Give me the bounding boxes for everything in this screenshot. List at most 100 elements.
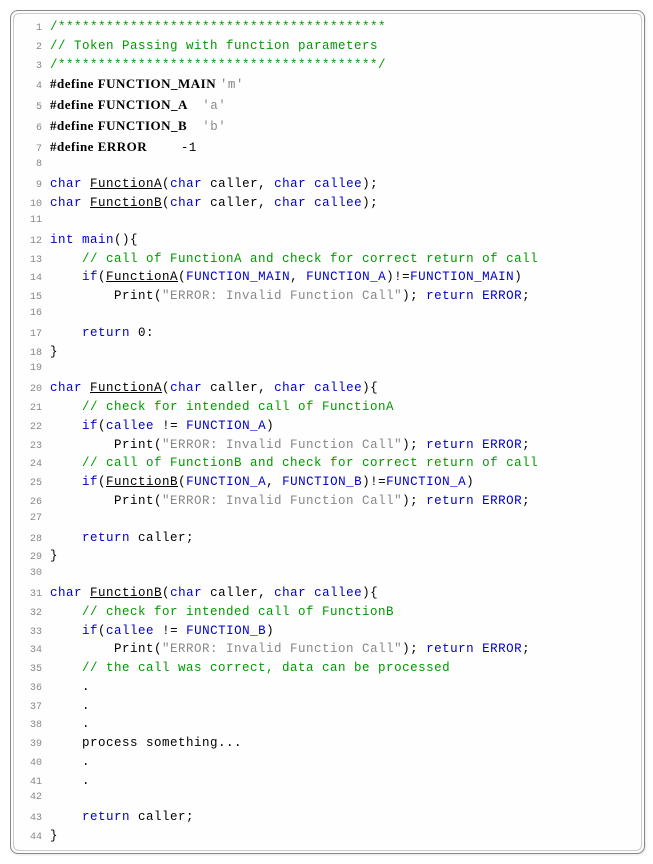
code-content: // check for intended call of FunctionA xyxy=(50,398,394,417)
code-line: 8 xyxy=(14,157,641,175)
line-number: 31 xyxy=(14,587,50,602)
code-line: 15 Print("ERROR: Invalid Function Call")… xyxy=(14,287,641,306)
code-line: 32 // check for intended call of Functio… xyxy=(14,603,641,622)
code-line: 40 . xyxy=(14,753,641,772)
line-number: 42 xyxy=(14,790,50,805)
code-content: . xyxy=(50,678,90,697)
line-number: 17 xyxy=(14,327,50,342)
code-line: 12int main(){ xyxy=(14,231,641,250)
line-number: 34 xyxy=(14,643,50,658)
code-content: Print("ERROR: Invalid Function Call"); r… xyxy=(50,492,530,511)
code-content: if(FunctionB(FUNCTION_A, FUNCTION_B)!=FU… xyxy=(50,473,474,492)
code-line: 6#define FUNCTION_B 'b' xyxy=(14,116,641,137)
code-line: 27 xyxy=(14,511,641,529)
code-line: 13 // call of FunctionA and check for co… xyxy=(14,250,641,269)
code-line: 11 xyxy=(14,213,641,231)
line-number: 36 xyxy=(14,681,50,696)
code-content: } xyxy=(50,827,58,846)
code-content: return 0: xyxy=(50,324,154,343)
code-line: 31char FunctionB(char caller, char calle… xyxy=(14,584,641,603)
line-number: 29 xyxy=(14,550,50,565)
line-number: 10 xyxy=(14,197,50,212)
code-content: int main(){ xyxy=(50,231,138,250)
code-line: 3/**************************************… xyxy=(14,56,641,75)
line-number: 43 xyxy=(14,811,50,826)
line-number: 1 xyxy=(14,21,50,36)
line-number: 25 xyxy=(14,476,50,491)
line-number: 4 xyxy=(14,79,50,94)
line-number: 13 xyxy=(14,253,50,268)
code-line: 43 return caller; xyxy=(14,808,641,827)
code-line: 14 if(FunctionA(FUNCTION_MAIN, FUNCTION_… xyxy=(14,268,641,287)
line-number: 14 xyxy=(14,271,50,286)
line-number: 23 xyxy=(14,439,50,454)
code-content: if(FunctionA(FUNCTION_MAIN, FUNCTION_A)!… xyxy=(50,268,522,287)
code-content: #define FUNCTION_MAIN 'm' xyxy=(50,74,244,95)
line-number: 11 xyxy=(14,213,50,228)
code-content: char FunctionA(char caller, char callee)… xyxy=(50,379,378,398)
line-number: 3 xyxy=(14,59,50,74)
code-content: } xyxy=(50,547,58,566)
line-number: 28 xyxy=(14,532,50,547)
line-number: 9 xyxy=(14,178,50,193)
line-number: 35 xyxy=(14,662,50,677)
code-line: 35 // the call was correct, data can be … xyxy=(14,659,641,678)
code-line: 20char FunctionA(char caller, char calle… xyxy=(14,379,641,398)
line-number: 22 xyxy=(14,420,50,435)
code-line: 7#define ERROR -1 xyxy=(14,137,641,158)
code-line: 38 . xyxy=(14,715,641,734)
line-number: 12 xyxy=(14,234,50,249)
line-number: 5 xyxy=(14,100,50,115)
code-content: // check for intended call of FunctionB xyxy=(50,603,394,622)
code-content: // call of FunctionA and check for corre… xyxy=(50,250,538,269)
code-line: 19 xyxy=(14,361,641,379)
code-content: #define FUNCTION_B 'b' xyxy=(50,116,226,137)
code-line: 37 . xyxy=(14,697,641,716)
code-line: 10char FunctionB(char caller, char calle… xyxy=(14,194,641,213)
code-content: char FunctionB(char caller, char callee)… xyxy=(50,584,378,603)
code-content: /***************************************… xyxy=(50,18,386,37)
line-number: 15 xyxy=(14,290,50,305)
code-line: 18} xyxy=(14,343,641,362)
code-content: . xyxy=(50,697,90,716)
line-number: 7 xyxy=(14,142,50,157)
line-number: 21 xyxy=(14,401,50,416)
code-line: 16 xyxy=(14,306,641,324)
code-content: if(callee != FUNCTION_B) xyxy=(50,622,274,641)
line-number: 18 xyxy=(14,346,50,361)
code-line: 2// Token Passing with function paramete… xyxy=(14,37,641,56)
code-line: 33 if(callee != FUNCTION_B) xyxy=(14,622,641,641)
code-line: 17 return 0: xyxy=(14,324,641,343)
code-line: 39 process something... xyxy=(14,734,641,753)
line-number: 27 xyxy=(14,511,50,526)
code-content: // the call was correct, data can be pro… xyxy=(50,659,450,678)
code-line: 34 Print("ERROR: Invalid Function Call")… xyxy=(14,640,641,659)
code-line: 22 if(callee != FUNCTION_A) xyxy=(14,417,641,436)
code-line: 42 xyxy=(14,790,641,808)
code-content: return caller; xyxy=(50,529,194,548)
line-number: 8 xyxy=(14,157,50,172)
line-number: 41 xyxy=(14,775,50,790)
code-inner: 1/**************************************… xyxy=(13,13,642,851)
code-listing: 1/**************************************… xyxy=(10,10,645,854)
line-number: 6 xyxy=(14,121,50,136)
line-number: 39 xyxy=(14,737,50,752)
code-content: #define FUNCTION_A 'a' xyxy=(50,95,226,116)
code-line: 30 xyxy=(14,566,641,584)
code-line: 41 . xyxy=(14,772,641,791)
code-content: return caller; xyxy=(50,808,194,827)
code-line: 23 Print("ERROR: Invalid Function Call")… xyxy=(14,436,641,455)
line-number: 2 xyxy=(14,40,50,55)
code-content: . xyxy=(50,772,90,791)
code-content: Print("ERROR: Invalid Function Call"); r… xyxy=(50,640,530,659)
code-content: #define ERROR -1 xyxy=(50,137,197,158)
code-line: 21 // check for intended call of Functio… xyxy=(14,398,641,417)
code-content: char FunctionA(char caller, char callee)… xyxy=(50,175,378,194)
code-content: char FunctionB(char caller, char callee)… xyxy=(50,194,378,213)
code-line: 28 return caller; xyxy=(14,529,641,548)
line-number: 32 xyxy=(14,606,50,621)
code-content: process something... xyxy=(50,734,242,753)
code-line: 26 Print("ERROR: Invalid Function Call")… xyxy=(14,492,641,511)
line-number: 37 xyxy=(14,700,50,715)
line-number: 33 xyxy=(14,625,50,640)
